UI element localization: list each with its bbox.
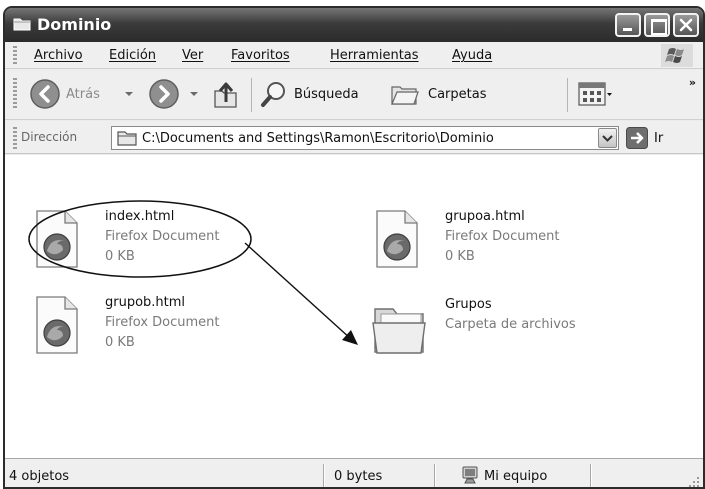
- toolbar-grip[interactable]: [13, 46, 17, 65]
- back-dropdown-icon[interactable]: [125, 92, 133, 96]
- minimize-button[interactable]: [615, 13, 641, 37]
- file-view[interactable]: index.html Firefox Document 0 KB grupoa.…: [5, 155, 703, 458]
- annotation-arrow-line: [244, 242, 352, 340]
- go-arrow-icon: [626, 127, 648, 149]
- toolbar-separator: [567, 78, 568, 112]
- menu-ayuda[interactable]: Ayuda: [452, 48, 492, 63]
- maximize-button[interactable]: [644, 13, 670, 37]
- standard-toolbar: Atrás Búsqueda Carpetas »: [5, 70, 703, 120]
- back-label: Atrás: [66, 86, 100, 102]
- status-divider: [434, 464, 436, 487]
- go-button[interactable]: Ir: [626, 126, 663, 150]
- go-label: Ir: [654, 130, 664, 146]
- annotation-overlay: [28, 200, 358, 345]
- title-bar[interactable]: Dominio: [5, 8, 703, 42]
- search-label: Búsqueda: [294, 86, 359, 102]
- menu-favoritos[interactable]: Favoritos: [231, 48, 290, 63]
- address-path: C:\Documents and Settings\Ramon\Escritor…: [142, 131, 494, 146]
- menu-bar: Archivo Edición Ver Favoritos Herramient…: [5, 42, 703, 69]
- forward-dropdown-icon[interactable]: [190, 92, 198, 96]
- menu-ver[interactable]: Ver: [182, 48, 203, 63]
- back-arrow-icon: [30, 79, 60, 109]
- forward-button[interactable]: [148, 78, 180, 110]
- close-button[interactable]: [673, 13, 699, 37]
- windows-logo-icon: [661, 44, 693, 67]
- status-size: 0 bytes: [334, 469, 383, 484]
- close-icon: [679, 18, 693, 32]
- status-object-count: 4 objetos: [9, 469, 70, 484]
- address-bar: Dirección C:\Documents and Settings\Ramo…: [5, 121, 703, 154]
- search-icon: [261, 82, 285, 107]
- menu-edicion[interactable]: Edición: [109, 48, 156, 63]
- status-bar: 4 objetos 0 bytes Mi equipo: [5, 458, 703, 488]
- views-button[interactable]: [578, 78, 612, 110]
- folder-icon: [117, 131, 137, 146]
- computer-icon: [462, 466, 478, 484]
- folder-icon: [13, 18, 31, 31]
- status-location: Mi equipo: [484, 469, 548, 484]
- explorer-window: Dominio Archivo Edición Ver Favoritos He…: [3, 6, 705, 489]
- folders-button[interactable]: Carpetas: [389, 78, 486, 110]
- toolbar-grip[interactable]: [13, 78, 17, 110]
- resize-grip-icon[interactable]: [687, 475, 700, 488]
- toolbar-separator: [251, 78, 252, 112]
- folders-label: Carpetas: [428, 86, 487, 102]
- status-divider: [590, 464, 592, 487]
- forward-arrow-icon: [149, 79, 179, 109]
- address-label: Dirección: [21, 130, 78, 144]
- search-button[interactable]: Búsqueda: [259, 78, 359, 110]
- status-divider: [323, 464, 325, 487]
- window-title: Dominio: [37, 15, 112, 34]
- highlight-ellipse: [28, 200, 252, 278]
- chevron-down-icon: [602, 135, 613, 142]
- toolbar-grip[interactable]: [13, 127, 17, 149]
- up-folder-button[interactable]: [211, 78, 241, 110]
- menu-herramientas[interactable]: Herramientas: [330, 48, 419, 63]
- menu-archivo[interactable]: Archivo: [34, 48, 83, 63]
- toolbar-overflow-chevron[interactable]: »: [689, 76, 696, 89]
- address-dropdown-button[interactable]: [598, 128, 617, 148]
- views-icon: [578, 82, 612, 106]
- address-input[interactable]: C:\Documents and Settings\Ramon\Escritor…: [111, 126, 619, 150]
- folders-icon: [391, 86, 419, 105]
- back-button[interactable]: Atrás: [29, 78, 100, 110]
- up-folder-icon: [214, 82, 237, 108]
